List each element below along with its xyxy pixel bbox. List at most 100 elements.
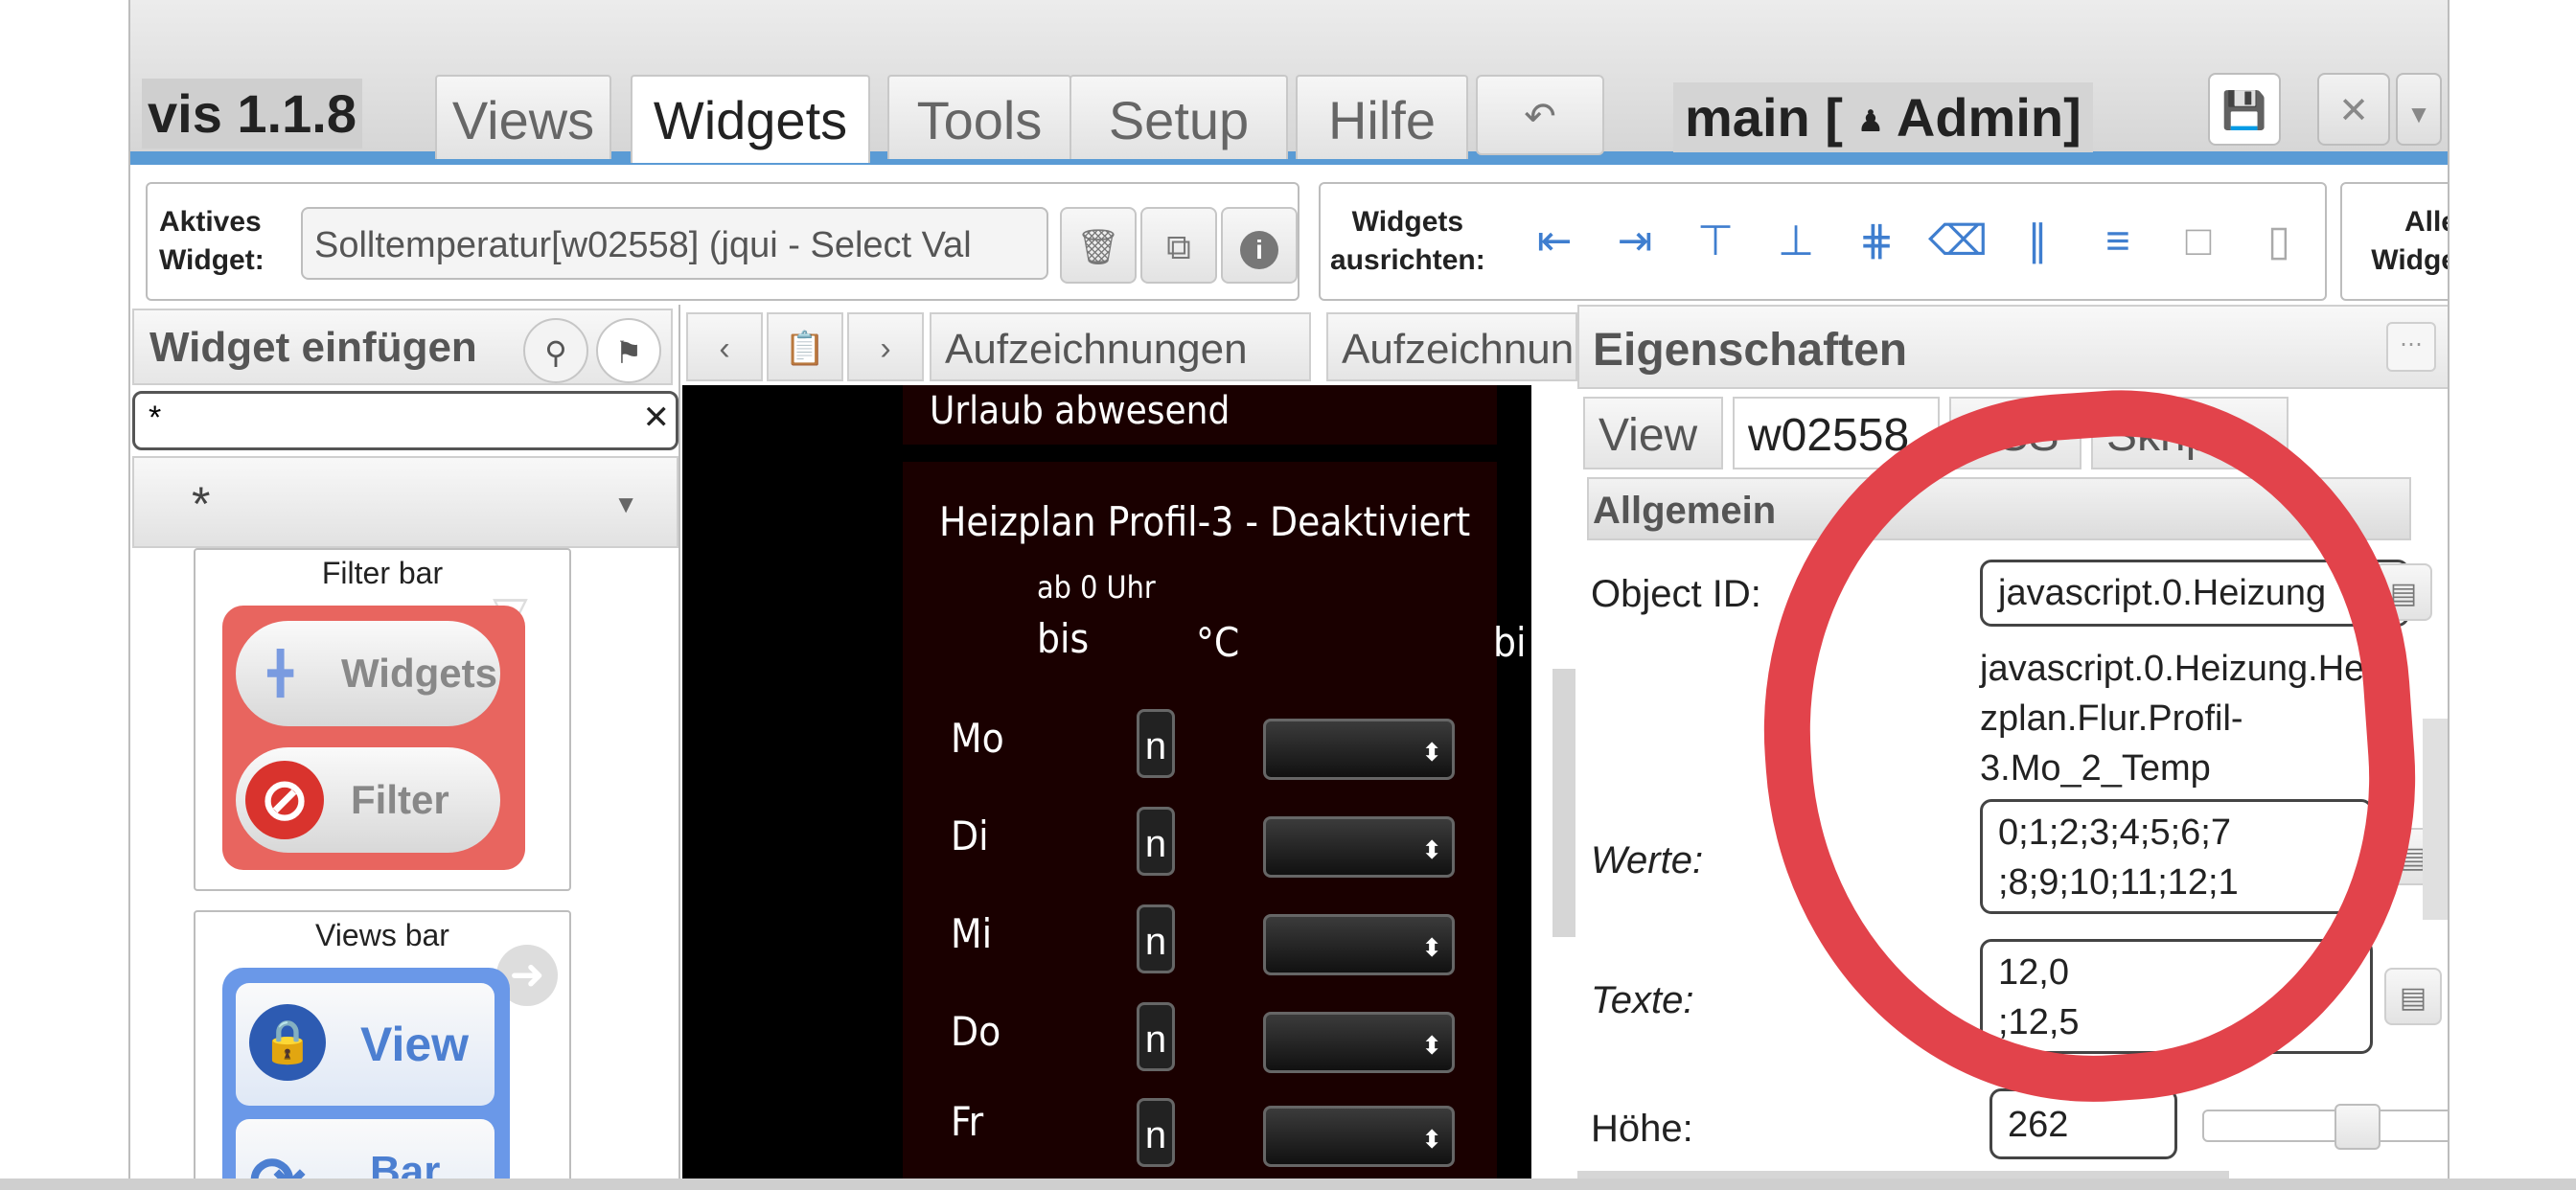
tab-setup[interactable]: Setup — [1070, 75, 1288, 159]
same-height-icon[interactable]: ▯ — [2250, 213, 2308, 270]
info-icon: i — [1240, 231, 1278, 269]
clear-search-icon[interactable]: ✕ — [643, 394, 671, 442]
hour-input-do[interactable]: n — [1137, 1002, 1175, 1071]
tab-hilfe[interactable]: Hilfe — [1296, 75, 1468, 159]
all-widgets-group: Alle Widge — [2340, 182, 2450, 301]
object-id-full-path: javascript.0.Heizung.Hei zplan.Flur.Prof… — [1980, 644, 2373, 793]
ab-uhr-label: ab 0 Uhr — [1037, 569, 1156, 606]
list-icon: ▤ — [2389, 578, 2418, 609]
all-label-line2: Widge — [2371, 244, 2450, 276]
hoehe-input[interactable]: 262 — [1990, 1088, 2177, 1159]
hour-input-mo[interactable]: n — [1137, 709, 1175, 778]
copy-widget-button[interactable]: ⧉ — [1140, 207, 1217, 284]
props-tab-view[interactable]: View — [1583, 397, 1723, 469]
view-tabs-bar: ‹ 📋 › Aufzeichnungen Aufzeichnun — [682, 305, 1577, 385]
search-toggle-button[interactable]: ⚲ — [523, 318, 588, 383]
canvas-scrollbar-thumb[interactable] — [1552, 669, 1576, 937]
object-id-label: Object ID: — [1591, 573, 1761, 615]
urlaub-text: Urlaub abwesend — [930, 389, 1230, 433]
heizplan-widget[interactable]: Heizplan Profil-3 - Deaktiviert ab 0 Uhr… — [903, 462, 1527, 1190]
object-id-picker-button[interactable]: ▤ — [2375, 563, 2432, 621]
temp-select-do[interactable]: ⬍ — [1263, 1012, 1455, 1073]
widget-set-value: * — [192, 477, 211, 531]
active-widget-select[interactable]: Solltemperatur[w02558] (jqui - Select Va… — [301, 207, 1048, 280]
props-tab-widget[interactable]: w02558 — [1733, 397, 1940, 469]
lock-icon: 🔒 — [249, 1004, 326, 1081]
hoehe-slider-handle[interactable] — [2334, 1104, 2380, 1150]
same-width-icon[interactable]: □ — [2170, 213, 2227, 270]
delete-widget-button[interactable]: 🗑 — [1060, 207, 1137, 284]
texte-textarea[interactable]: 12,0 ;12,5 — [1980, 939, 2373, 1054]
texte-edit-button[interactable]: ▤ — [2384, 968, 2442, 1025]
distribute-vertical-icon[interactable]: ≡ — [2089, 213, 2147, 270]
object-id-input[interactable]: javascript.0.Heizung — [1980, 560, 2409, 627]
widget-insert-title: Widget einfügen — [150, 324, 477, 371]
hoehe-label: Höhe: — [1591, 1108, 1693, 1150]
widget-search-input[interactable]: * ✕ — [132, 391, 678, 450]
tab-views[interactable]: Views — [435, 75, 611, 159]
close-button[interactable]: ✕ — [2317, 73, 2390, 146]
view-tab-aufzeichnungen[interactable]: Aufzeichnungen — [930, 312, 1311, 381]
props-tab-css[interactable]: CSS — [1949, 397, 2082, 469]
all-widgets-label: Alle Widge — [2352, 203, 2450, 280]
object-id-path-line3: 3.Mo_2_Temp — [1980, 748, 2211, 789]
temp-select-mi[interactable]: ⬍ — [1263, 914, 1455, 975]
canvas-scrollbar[interactable] — [1531, 385, 1577, 1190]
distribute-horizontal-icon[interactable]: ∥ — [2009, 213, 2066, 270]
align-bottom-icon[interactable]: ⊥ — [1767, 213, 1825, 270]
active-widget-label-line1: Aktives — [159, 206, 262, 238]
hour-input-di[interactable]: n — [1137, 807, 1175, 876]
align-right-icon[interactable]: ⇥ — [1606, 213, 1664, 270]
active-widget-label: Aktives Widget: — [159, 203, 264, 280]
temp-select-mo[interactable]: ⬍ — [1263, 719, 1455, 780]
prev-view-button[interactable]: ‹ — [686, 312, 763, 381]
hour-input-mi[interactable]: n — [1137, 904, 1175, 973]
temp-select-fr[interactable]: ⬍ — [1263, 1106, 1455, 1167]
next-view-button[interactable]: › — [847, 312, 924, 381]
object-id-path-line1: javascript.0.Heizung.Hei — [1980, 649, 2373, 689]
undo-button[interactable]: ↶ — [1476, 75, 1604, 155]
urlaub-widget[interactable]: Urlaub abwesend — [903, 385, 1497, 445]
align-top-icon[interactable]: ⊤ — [1687, 213, 1744, 270]
tag-filter-button[interactable]: ⚑ — [596, 318, 661, 383]
widget-set-select[interactable]: * ▼ — [132, 456, 678, 548]
properties-scrollbar-thumb[interactable] — [2423, 719, 2448, 920]
align-center-vertical-icon[interactable]: ⌫ — [1928, 213, 1988, 270]
props-tab-skript[interactable]: Skript — [2091, 397, 2288, 469]
info-widget-button[interactable]: i — [1221, 207, 1298, 284]
vis-editor-window: vis 1.1.8 Views Widgets Tools Setup Hilf… — [128, 0, 2450, 1190]
align-center-horizontal-icon[interactable]: ⋕ — [1848, 213, 1905, 270]
widget-insert-panel: Widget einfügen ⚲ ⚑ * ✕ * ▼ Filter bar ▽… — [130, 305, 680, 1190]
preview-filter-label: Filter — [351, 777, 449, 822]
block-icon: ⊘ — [245, 761, 324, 839]
save-button[interactable]: 💾 — [2208, 73, 2281, 146]
view-name: main [ — [1685, 87, 1843, 148]
copy-icon: ⧉ — [1166, 227, 1191, 266]
day-di: Di — [951, 812, 989, 859]
view-canvas[interactable]: Urlaub abwesend Heizplan Profil-3 - Deak… — [682, 385, 1531, 1190]
section-allgemein[interactable]: Allgemein — [1587, 477, 2411, 540]
tag-icon: ⚑ — [614, 335, 643, 370]
filter-bar-preview: ╋ Widgets ⊘ Filter — [222, 606, 525, 870]
menu-dropdown-button[interactable]: ▼ — [2396, 73, 2442, 146]
panel-options-icon[interactable]: ⋯ — [2386, 322, 2436, 372]
object-id-path-line2: zplan.Flur.Profil- — [1980, 698, 2243, 739]
align-icon: ╋ — [268, 651, 293, 696]
hour-input-fr[interactable]: n — [1137, 1098, 1175, 1167]
temp-select-di[interactable]: ⬍ — [1263, 816, 1455, 878]
align-left-icon[interactable]: ⇤ — [1526, 213, 1583, 270]
widget-card-views-bar[interactable]: Views bar ➜ 🔒 View ⟳ Bar — [194, 910, 571, 1190]
clipboard-icon: 📋 — [784, 331, 826, 367]
all-label-line1: Alle — [2404, 206, 2448, 238]
widget-card-filter-bar[interactable]: Filter bar ▽ ╋ Widgets ⊘ Filter — [194, 548, 571, 891]
tab-tools[interactable]: Tools — [887, 75, 1071, 159]
texte-line1: 12,0 — [1998, 952, 2069, 993]
werte-textarea[interactable]: 0;1;2;3;4;5;6;7 ;8;9;10;11;12;1 — [1980, 799, 2373, 914]
hoehe-slider[interactable] — [2202, 1104, 2448, 1150]
view-tab-aufzeichnungen-2[interactable]: Aufzeichnun — [1326, 312, 1577, 381]
view-list-button[interactable]: 📋 — [767, 312, 843, 381]
werte-line1: 0;1;2;3;4;5;6;7 — [1998, 812, 2231, 853]
preview-widgets-button: ╋ Widgets — [236, 621, 500, 726]
active-widget-label-line2: Widget: — [159, 244, 264, 276]
tab-widgets[interactable]: Widgets — [631, 75, 870, 163]
